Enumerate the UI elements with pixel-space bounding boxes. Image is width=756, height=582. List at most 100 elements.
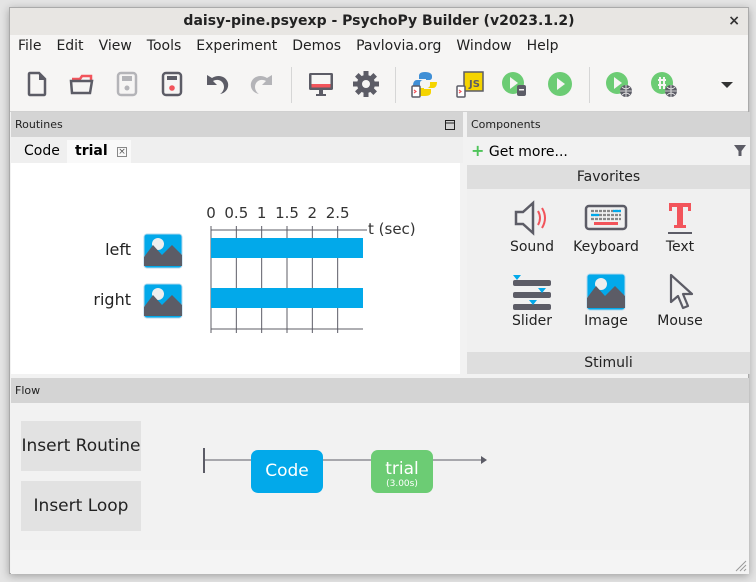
- tab-code-label: Code: [24, 143, 60, 159]
- component-text[interactable]: Text: [643, 199, 717, 255]
- compile-python-button[interactable]: [410, 69, 440, 99]
- component-mouse[interactable]: Mouse: [643, 273, 717, 329]
- time-tick-label: 1.5: [275, 204, 299, 222]
- image-component-icon[interactable]: [143, 233, 183, 269]
- stimuli-header[interactable]: Stimuli: [467, 352, 750, 374]
- menu-tools[interactable]: Tools: [139, 35, 189, 59]
- new-file-icon: [27, 71, 47, 97]
- get-more-button[interactable]: + Get more...: [467, 137, 750, 165]
- menu-bar: File Edit View Tools Experiment Demos Pa…: [10, 35, 748, 59]
- component-bar-right[interactable]: [211, 288, 363, 308]
- compile-js-button[interactable]: JS: [455, 69, 485, 99]
- components-header: Components: [467, 112, 750, 137]
- redo-icon: [250, 75, 272, 94]
- favorites-header[interactable]: Favorites: [467, 165, 750, 189]
- javascript-icon: JS: [456, 71, 484, 98]
- time-tick-label: 0: [206, 204, 216, 222]
- flow-routine-code-label: Code: [265, 461, 309, 481]
- text-icon: [668, 203, 692, 234]
- routines-title: Routines: [15, 118, 63, 131]
- new-file-button[interactable]: [22, 69, 52, 99]
- app-window: daisy-pine.psyexp - PsychoPy Builder (v2…: [9, 7, 750, 574]
- flow-routine-trial[interactable]: trial (3.00s): [371, 450, 433, 493]
- menu-window[interactable]: Window: [448, 35, 518, 59]
- time-tick-label: 2.5: [326, 204, 350, 222]
- toolbar-separator: [395, 67, 396, 103]
- flow-title: Flow: [15, 384, 41, 397]
- undo-button[interactable]: [202, 69, 232, 99]
- toolbar: JS: [10, 59, 748, 112]
- redo-button[interactable]: [247, 69, 277, 99]
- save-as-icon: [161, 71, 183, 97]
- runner-button[interactable]: [500, 69, 530, 99]
- save-icon: [116, 71, 138, 97]
- menu-demos[interactable]: Demos: [284, 35, 348, 59]
- menu-edit[interactable]: Edit: [48, 35, 90, 59]
- close-window-button[interactable]: ×: [728, 8, 740, 35]
- tab-trial-label: trial: [75, 143, 108, 159]
- status-bar: [11, 550, 749, 574]
- plus-icon: +: [471, 141, 485, 160]
- time-tick-label: 0.5: [224, 204, 248, 222]
- debug-online-icon: [651, 72, 677, 97]
- flow-panel: Flow Insert Routine Insert Loop Code tri…: [11, 378, 749, 574]
- pilot-online-button[interactable]: [649, 69, 679, 99]
- flow-arrow-icon: [481, 456, 487, 464]
- component-text-label: Text: [665, 239, 695, 255]
- gear-icon: [353, 71, 379, 97]
- components-panel: Components + Get more... Favorites Sound…: [467, 112, 750, 374]
- run-online-button[interactable]: [604, 69, 634, 99]
- flow-canvas: Insert Routine Insert Loop Code trial (3…: [11, 403, 749, 550]
- menu-help[interactable]: Help: [519, 35, 566, 59]
- tab-code[interactable]: Code: [24, 140, 60, 163]
- undo-icon: [207, 75, 229, 94]
- monitor-center-button[interactable]: [306, 69, 336, 99]
- open-button[interactable]: [67, 69, 97, 99]
- component-slider-label: Slider: [512, 313, 552, 329]
- menu-file[interactable]: File: [10, 35, 48, 59]
- experiment-settings-button[interactable]: [351, 69, 381, 99]
- component-keyboard[interactable]: Keyboard: [569, 199, 643, 255]
- tab-trial[interactable]: trial ×: [67, 140, 131, 163]
- title-bar: daisy-pine.psyexp - PsychoPy Builder (v2…: [10, 8, 748, 35]
- filter-icon[interactable]: [734, 137, 746, 165]
- flow-header: Flow: [11, 378, 749, 403]
- play-icon: [548, 72, 572, 96]
- image-component-icon[interactable]: [143, 283, 183, 319]
- menu-experiment[interactable]: Experiment: [188, 35, 284, 59]
- routines-panel: Routines Code trial × 0 0.5 1 1.5 2 2.5 t (sec…: [11, 112, 463, 374]
- slider-icon: [513, 275, 551, 310]
- keyboard-icon: [584, 204, 628, 231]
- component-image-label: Image: [584, 313, 628, 329]
- menu-pavlovia[interactable]: Pavlovia.org: [348, 35, 448, 59]
- component-label-left[interactable]: left: [71, 240, 131, 259]
- component-image[interactable]: Image: [569, 273, 643, 329]
- run-button[interactable]: [545, 69, 575, 99]
- maximize-icon[interactable]: [445, 120, 455, 130]
- component-sound[interactable]: Sound: [495, 199, 569, 255]
- toolbar-overflow-button[interactable]: [712, 69, 742, 99]
- close-tab-icon[interactable]: ×: [117, 147, 127, 157]
- save-button[interactable]: [112, 69, 142, 99]
- component-mouse-label: Mouse: [657, 313, 703, 329]
- mouse-cursor-icon: [669, 273, 694, 310]
- run-runner-icon: [502, 72, 526, 96]
- resize-grip-icon[interactable]: [733, 558, 747, 572]
- component-label-right[interactable]: right: [71, 290, 131, 309]
- routines-header: Routines: [11, 112, 463, 137]
- component-sound-label: Sound: [509, 239, 555, 255]
- routine-tabs: Code trial ×: [11, 137, 463, 163]
- flow-routine-code[interactable]: Code: [251, 450, 323, 493]
- toolbar-separator: [589, 67, 590, 103]
- routine-canvas: 0 0.5 1 1.5 2 2.5 t (sec) left right: [11, 163, 460, 374]
- menu-view[interactable]: View: [91, 35, 139, 59]
- run-online-icon: [606, 72, 632, 97]
- components-title: Components: [471, 118, 541, 131]
- chevron-down-icon: [721, 82, 733, 88]
- save-as-button[interactable]: [157, 69, 187, 99]
- component-keyboard-label: Keyboard: [573, 239, 639, 255]
- component-bar-left[interactable]: [211, 238, 363, 258]
- component-slider[interactable]: Slider: [495, 273, 569, 329]
- time-tick-label: 2: [308, 204, 318, 222]
- get-more-label: Get more...: [488, 144, 568, 160]
